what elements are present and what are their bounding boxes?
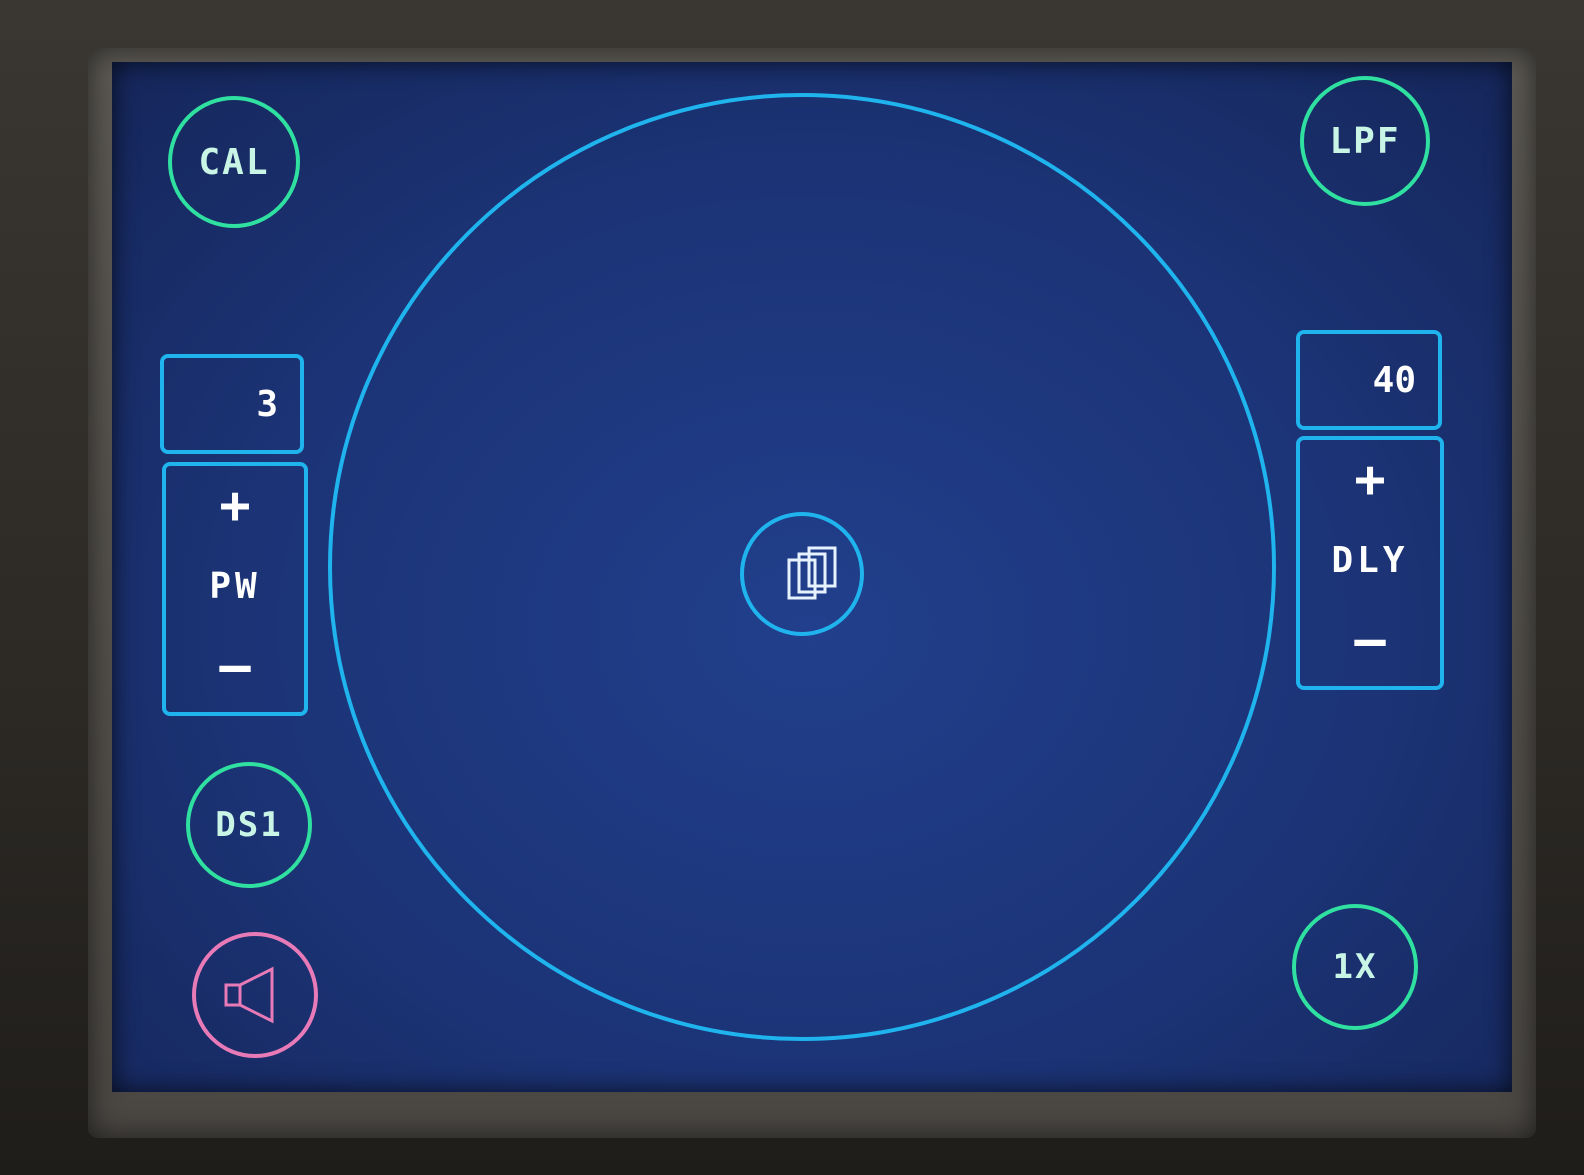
dly-value-display: 40	[1296, 330, 1442, 430]
cal-button-label: CAL	[198, 141, 270, 183]
dly-label: DLY	[1331, 539, 1409, 581]
speaker-button[interactable]	[192, 932, 318, 1058]
pw-value-display: 3	[160, 354, 304, 454]
dly-stepper: + DLY —	[1296, 436, 1444, 690]
pw-label: PW	[209, 565, 261, 607]
center-cursor-ring	[740, 512, 864, 636]
stacked-squares-icon	[787, 546, 837, 600]
dly-value: 40	[1372, 359, 1416, 401]
ds1-button-label: DS1	[215, 805, 283, 845]
pw-decrement-button[interactable]: —	[219, 640, 250, 692]
zoom-button-label: 1X	[1332, 947, 1378, 987]
zoom-button[interactable]: 1X	[1292, 904, 1418, 1030]
touch-screen: CAL LPF 3 + PW — 40 + DLY — DS1 1X	[112, 62, 1512, 1092]
cal-button[interactable]: CAL	[168, 96, 300, 228]
pw-stepper: + PW —	[162, 462, 308, 716]
speaker-icon	[224, 966, 274, 1024]
pw-value: 3	[256, 383, 278, 425]
lpf-button-label: LPF	[1329, 120, 1401, 162]
pw-increment-button[interactable]: +	[219, 480, 250, 532]
ds1-button[interactable]: DS1	[186, 762, 312, 888]
center-cursor[interactable]	[740, 512, 864, 636]
target-circle	[328, 93, 1276, 1041]
lpf-button[interactable]: LPF	[1300, 76, 1430, 206]
dly-decrement-button[interactable]: —	[1354, 614, 1385, 666]
dly-increment-button[interactable]: +	[1354, 454, 1385, 506]
